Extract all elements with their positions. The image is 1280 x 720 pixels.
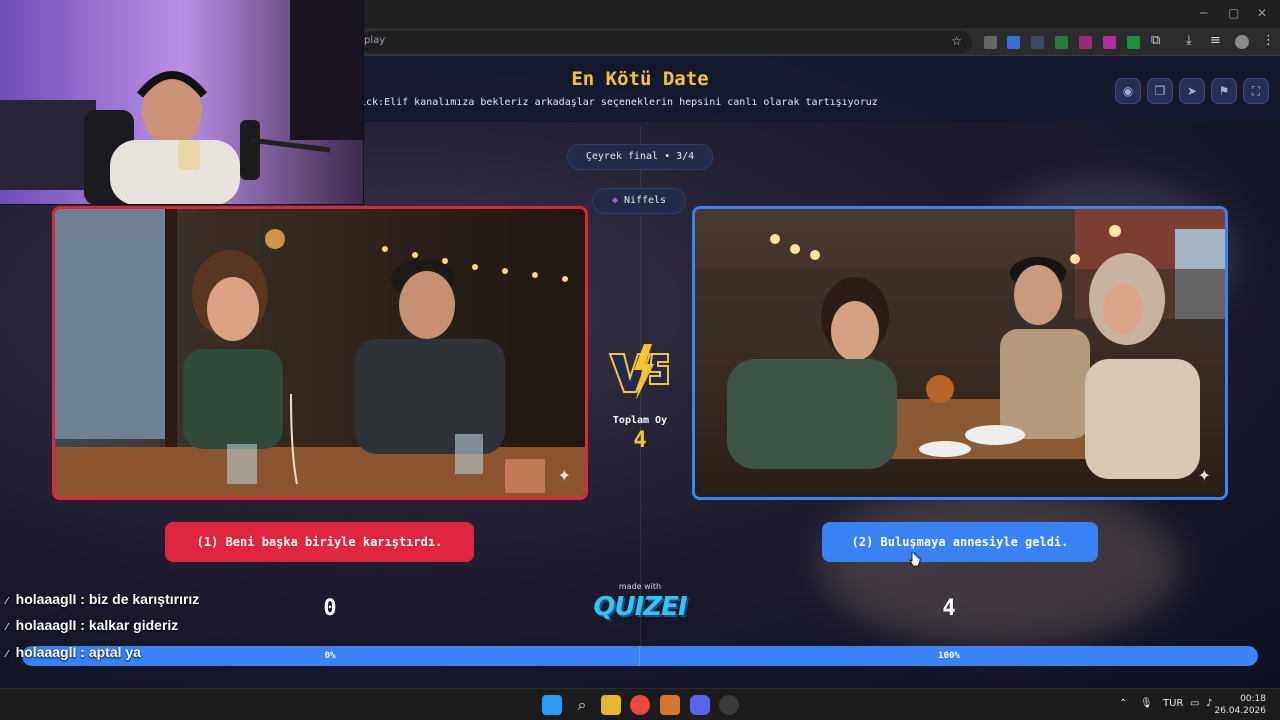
channel-name: Niffels — [623, 195, 667, 206]
chat-username: holaaaglI — [15, 591, 77, 607]
obs-icon[interactable] — [719, 695, 739, 715]
streamer-webcam — [0, 0, 364, 205]
option-1-image[interactable]: ✦ — [52, 206, 588, 500]
discord-icon[interactable] — [690, 695, 710, 715]
quizei-logo[interactable]: QUIZEI — [580, 592, 700, 622]
channel-badge[interactable]: ◆ Niffels — [592, 188, 686, 214]
round-label: Çeyrek final • 3/4 — [567, 144, 713, 170]
chat-username: holaaaglI — [15, 644, 77, 660]
microphone-icon[interactable]: 🎙 — [1140, 698, 1153, 709]
hls-extension-icon[interactable] — [1079, 36, 1092, 49]
copy-icon[interactable]: ❐ — [1147, 78, 1173, 104]
search-icon[interactable]: ⌕ — [572, 695, 592, 715]
sparkle-icon: ✦ — [557, 466, 571, 485]
quiz-subtitle: ick:Elif kanalımıza bekleriz arkadaşlar … — [360, 97, 878, 108]
language-indicator[interactable]: TUR — [1163, 698, 1183, 709]
chat-text: aptal ya — [88, 644, 141, 660]
extension-icon[interactable] — [1103, 36, 1116, 49]
extension-icon[interactable] — [1031, 36, 1044, 49]
clock-date: 26.04.2026 — [1214, 706, 1266, 716]
eye-icon[interactable]: ◉ — [1115, 78, 1141, 104]
brave-icon[interactable] — [660, 695, 680, 715]
total-votes-value: 4 — [633, 428, 647, 453]
system-clock[interactable]: 00:18 26.04.2026 — [1214, 693, 1266, 717]
close-window-button[interactable]: ✕ — [1257, 6, 1267, 20]
option-2-vote-count: 4 — [942, 596, 956, 621]
file-explorer-icon[interactable] — [601, 695, 621, 715]
option-2-button[interactable]: (2) Buluşmaya annesiyle geldi. — [822, 522, 1098, 562]
share-send-icon[interactable]: ➤ — [1179, 78, 1205, 104]
total-votes-label: Toplam Oy — [612, 415, 668, 426]
progress-divider — [639, 646, 640, 666]
chat-text: kalkar gideriz — [88, 617, 179, 633]
chat-bullet-icon: ⁄ — [6, 596, 8, 607]
profile-avatar-icon[interactable] — [1235, 35, 1249, 49]
extension-icon[interactable] — [1127, 36, 1140, 49]
date-with-mother-photo — [695, 209, 1225, 497]
clock-time: 00:18 — [1240, 694, 1266, 704]
option-1-vote-count: 0 — [323, 596, 337, 621]
chat-text: biz de karıştırırız — [88, 591, 200, 607]
windows-taskbar: ⌕ ⌃ 🎙 TUR ▭ ♪ 00:18 26.04.2026 — [0, 688, 1280, 720]
windows-start-icon[interactable] — [542, 695, 562, 715]
fullscreen-icon[interactable]: ⛶ — [1243, 78, 1269, 104]
chat-message: ⁄ holaaaglI : aptal ya — [6, 644, 141, 660]
download-icon[interactable]: ⤓ — [1186, 33, 1192, 48]
flag-icon[interactable]: ⚑ — [1211, 78, 1237, 104]
chat-message: ⁄ holaaaglI : biz de karıştırırız — [6, 591, 200, 607]
extensions-puzzle-icon[interactable]: ⧉ — [1151, 33, 1160, 48]
extension-icon[interactable] — [984, 36, 997, 49]
tray-chevron-icon[interactable]: ⌃ — [1119, 698, 1127, 709]
sparkle-icon: ✦ — [1197, 466, 1211, 485]
made-with-label: made with — [618, 582, 662, 591]
background-blur — [820, 486, 1180, 646]
network-icon[interactable]: ▭ — [1190, 698, 1199, 709]
webcam-feed-image — [0, 0, 363, 204]
option-2-percent: 100% — [938, 651, 960, 661]
chrome-icon[interactable] — [630, 695, 650, 715]
couple-at-cafe-photo — [55, 209, 585, 497]
versus-icon — [608, 344, 669, 400]
vote-progress-bar: 0% 100% — [22, 646, 1258, 666]
option-1-percent: 0% — [324, 651, 336, 661]
channel-logo-icon: ◆ — [611, 195, 618, 206]
minimize-button[interactable]: ─ — [1200, 6, 1207, 20]
mouse-cursor-icon — [909, 552, 921, 567]
maximize-button[interactable]: ▢ — [1228, 6, 1239, 20]
volume-icon[interactable]: ♪ — [1206, 698, 1212, 709]
chat-bullet-icon: ⁄ — [6, 622, 8, 633]
chat-message: ⁄ holaaaglI : kalkar gideriz — [6, 617, 179, 633]
media-control-icon[interactable]: ≡ — [1210, 33, 1221, 48]
download-extension-icon[interactable] — [1055, 36, 1068, 49]
browser-menu-icon[interactable]: ⋮ — [1262, 33, 1275, 48]
translate-extension-icon[interactable] — [1007, 36, 1020, 49]
option-1-button[interactable]: (1) Beni başka biriyle karıştırdı. — [165, 522, 474, 562]
bookmark-star-icon[interactable]: ☆ — [951, 34, 962, 48]
address-text: play — [364, 35, 386, 46]
chat-bullet-icon: ⁄ — [6, 649, 8, 660]
chat-username: holaaaglI — [15, 617, 77, 633]
option-2-image[interactable]: ✦ — [692, 206, 1228, 500]
address-bar[interactable]: play ☆ — [360, 31, 972, 53]
